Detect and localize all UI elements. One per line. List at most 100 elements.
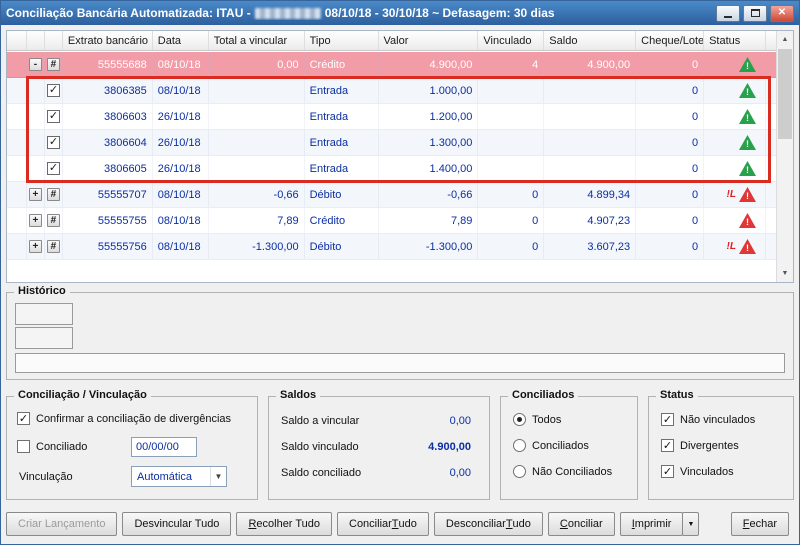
cell-tipo: Entrada (305, 130, 379, 155)
hash-button[interactable]: # (46, 188, 60, 201)
conciliacao-group: Conciliação / Vinculação ✓ Confirmar a c… (6, 389, 258, 500)
radio-row-todos: Todos (513, 413, 561, 426)
collapse-row-button[interactable]: - (28, 58, 42, 71)
divergence-flag: !L (726, 189, 736, 200)
conciliado-date-input[interactable]: 00/00/00 (131, 437, 197, 457)
hash-button[interactable]: # (46, 240, 60, 253)
cell-saldo (544, 104, 637, 129)
window-title-suffix: 08/10/18 - 30/10/18 ~ Defasagem: 30 dias (324, 6, 555, 20)
grid-row-3806604[interactable]: ✓ 3806604 26/10/18 Entrada 1.300,00 0! (7, 130, 776, 156)
column-header-tipo[interactable]: Tipo (305, 31, 379, 50)
reconciliation-grid: Extrato bancário Data Total a vincular Tipo… (6, 30, 794, 283)
saldo-conciliado-label: Saldo conciliado (281, 467, 362, 479)
column-header-valor[interactable]: Valor (379, 31, 479, 50)
cell-extrato: 55555707 (63, 182, 153, 207)
column-header-extrato-bancario[interactable]: Extrato bancário (63, 31, 153, 50)
row-checkbox[interactable]: ✓ (46, 136, 60, 149)
cell-data: 08/10/18 (153, 182, 209, 207)
cell-cheque-lote: 0 (636, 182, 705, 207)
row-checkbox[interactable]: ✓ (46, 162, 60, 175)
desvincular-tudo-button[interactable]: Desvincular Tudo (122, 512, 232, 536)
expand-row-button[interactable]: + (28, 214, 42, 227)
row-checkbox[interactable]: ✓ (46, 110, 60, 123)
saldo-vinculado-row: Saldo vinculado 4.900,00 (281, 439, 471, 455)
criar-lancamento-button[interactable]: Criar Lançamento (6, 512, 118, 536)
checkbox-row-nao-vinculados: ✓ Não vinculados (661, 413, 755, 426)
historico-title: Histórico (14, 285, 70, 297)
cell-status: ! (704, 52, 766, 77)
cell-data: 08/10/18 (153, 208, 209, 233)
maximize-button[interactable] (743, 4, 767, 22)
chevron-down-icon[interactable]: ▼ (210, 467, 226, 486)
cell-total: -0,66 (209, 182, 305, 207)
checkbox-vinculados-label: Vinculados (680, 465, 734, 478)
conciliar-button[interactable]: Conciliar (547, 512, 615, 536)
cell-tipo: Débito (305, 234, 379, 259)
expand-row-button[interactable]: + (28, 188, 42, 201)
checkbox-divergentes[interactable]: ✓ (661, 439, 674, 452)
hash-button[interactable]: # (46, 214, 60, 227)
cell-extrato: 3806605 (63, 156, 153, 181)
column-header-total-a-vincular[interactable]: Total a vincular (209, 31, 305, 50)
grid-row-3806385[interactable]: ✓ 3806385 08/10/18 Entrada 1.000,00 0! (7, 78, 776, 104)
checkbox-row-divergentes: ✓ Divergentes (661, 439, 739, 452)
cell-data: 08/10/18 (153, 78, 209, 103)
hash-button[interactable]: # (46, 58, 60, 71)
grid-row-55555688[interactable]: - #55555688 08/10/18 0,00 Crédito 4.900,00 4 4.… (7, 52, 776, 78)
radio-todos[interactable] (513, 413, 526, 426)
minimize-button[interactable] (716, 4, 740, 22)
imprimir-button-dropdown[interactable]: ▼ (682, 512, 700, 536)
window: Conciliação Bancária Automatizada: ITAU … (0, 0, 800, 545)
status-filter-group: Status ✓ Não vinculados ✓ Divergentes ✓ … (648, 389, 794, 500)
grid-row-55555707[interactable]: + #55555707 08/10/18 -0,66 Débito -0,66 0 4.899… (7, 182, 776, 208)
grid-row-3806605[interactable]: ✓ 3806605 26/10/18 Entrada 1.400,00 0! (7, 156, 776, 182)
recolher-tudo-button[interactable]: Recolher Tudo (236, 512, 332, 536)
expand-row-button[interactable]: + (28, 240, 42, 253)
conciliacao-title: Conciliação / Vinculação (14, 389, 151, 401)
confirm-divergencias-checkbox[interactable]: ✓ (17, 412, 30, 425)
minimize-icon (724, 15, 732, 18)
grid-row-55555756[interactable]: + #55555756 08/10/18 -1.300,00 Débito -1.300,… (7, 234, 776, 260)
cell-data: 08/10/18 (153, 52, 209, 77)
grid-row-55555755[interactable]: + #55555755 08/10/18 7,89 Crédito 7,89 0 4.907,… (7, 208, 776, 234)
column-header-vinculado[interactable]: Vinculado (478, 31, 545, 50)
vinculacao-select[interactable]: Automática ▼ (131, 466, 227, 487)
status-ok-icon: ! (739, 83, 756, 98)
imprimir-button[interactable]: Imprimir (619, 512, 684, 536)
cell-cheque-lote: 0 (636, 208, 705, 233)
cell-status: ! (704, 78, 766, 103)
radio-conciliados[interactable] (513, 439, 526, 452)
historico-field-wide[interactable] (15, 353, 785, 373)
confirm-divergencias-row: ✓ Confirmar a conciliação de divergência… (17, 412, 231, 425)
desconciliar-tudo-button[interactable]: Desconciliar Tudo (433, 512, 543, 536)
column-header-status[interactable]: Status (704, 31, 766, 50)
redacted-text (254, 7, 321, 19)
column-header-data[interactable]: Data (153, 31, 209, 50)
checkbox-vinculados[interactable]: ✓ (661, 465, 674, 478)
cell-tipo: Crédito (305, 52, 379, 77)
column-header-saldo[interactable]: Saldo (544, 31, 637, 50)
radio-nao-conciliados[interactable] (513, 465, 526, 478)
cell-valor: 4.900,00 (379, 52, 479, 77)
conciliar-tudo-button[interactable]: Conciliar Tudo (337, 512, 429, 536)
titlebar[interactable]: Conciliação Bancária Automatizada: ITAU … (1, 1, 799, 25)
fechar-button[interactable]: Fechar (730, 512, 789, 536)
cell-cheque-lote: 0 (636, 104, 705, 129)
column-header-cheque-lote[interactable]: Cheque/Lote (636, 31, 705, 50)
grid-row-3806603[interactable]: ✓ 3806603 26/10/18 Entrada 1.200,00 0! (7, 104, 776, 130)
cell-saldo: 3.607,23 (544, 234, 637, 259)
scroll-up-button[interactable]: ▲ (777, 31, 793, 48)
vertical-scrollbar[interactable]: ▲ ▼ (776, 31, 793, 282)
saldo-a-vincular-row: Saldo a vincular 0,00 (281, 413, 471, 429)
cell-vinculado (478, 104, 545, 129)
scroll-down-button[interactable]: ▼ (777, 265, 793, 282)
row-checkbox[interactable]: ✓ (46, 84, 60, 97)
checkbox-nao-vinculados[interactable]: ✓ (661, 413, 674, 426)
cell-vinculado: 0 (478, 182, 545, 207)
cell-saldo (544, 156, 637, 181)
scroll-thumb[interactable] (778, 49, 792, 139)
cell-vinculado (478, 78, 545, 103)
saldo-vinculado-value: 4.900,00 (428, 441, 471, 453)
close-button[interactable]: ✕ (770, 4, 794, 22)
conciliado-checkbox[interactable] (17, 440, 30, 453)
